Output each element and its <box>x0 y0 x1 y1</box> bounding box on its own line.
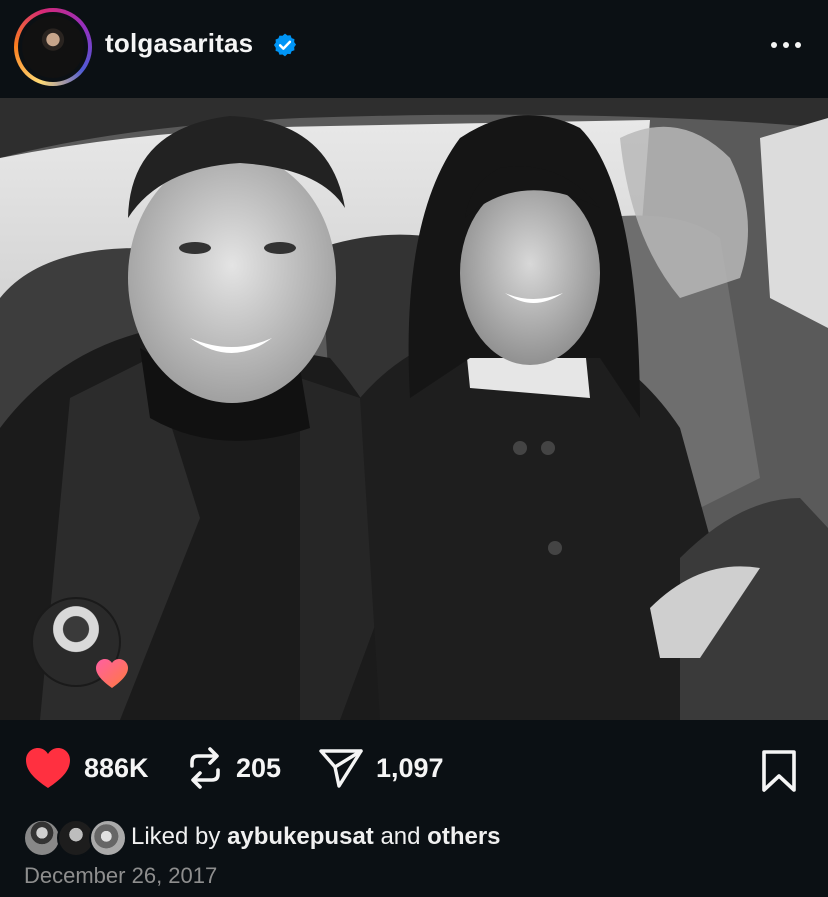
liked-by-prefix: Liked by <box>131 823 221 850</box>
reposts-count: 205 <box>236 752 282 783</box>
send-icon[interactable] <box>318 746 364 790</box>
profile-avatar[interactable] <box>14 8 92 86</box>
post-actions: 886K 205 1,097 <box>0 736 828 806</box>
more-options-icon[interactable] <box>768 30 804 60</box>
share-action[interactable]: 1,097 <box>318 746 444 790</box>
repost-action[interactable]: 205 <box>186 746 281 790</box>
shares-count: 1,097 <box>376 752 444 783</box>
verified-badge-icon <box>273 33 297 57</box>
instagram-post: tolgasaritas 886K 205 1,097 Liked by ayb… <box>0 0 828 897</box>
heart-filled-icon[interactable] <box>24 746 72 790</box>
liked-by-avatars <box>23 817 127 857</box>
liked-by-user[interactable]: aybukepusat <box>227 823 374 850</box>
like-action[interactable]: 886K <box>24 746 149 790</box>
liked-by-text: Liked by aybukepusat and others <box>131 823 501 851</box>
post-photo[interactable] <box>0 98 828 720</box>
post-date: December 26, 2017 <box>24 863 218 888</box>
liked-by-connector: and <box>380 823 421 850</box>
liked-by-others[interactable]: others <box>427 823 500 850</box>
username[interactable]: tolgasaritas <box>105 28 253 59</box>
likes-count: 886K <box>84 752 149 783</box>
post-header: tolgasaritas <box>0 0 828 98</box>
repost-icon[interactable] <box>186 746 224 790</box>
avatar <box>89 819 127 857</box>
liked-by-row[interactable]: Liked by aybukepusat and others <box>23 815 501 859</box>
heart-icon <box>96 659 128 688</box>
photo-image <box>0 98 828 720</box>
bookmark-icon[interactable] <box>758 748 800 794</box>
avatar <box>23 819 61 857</box>
